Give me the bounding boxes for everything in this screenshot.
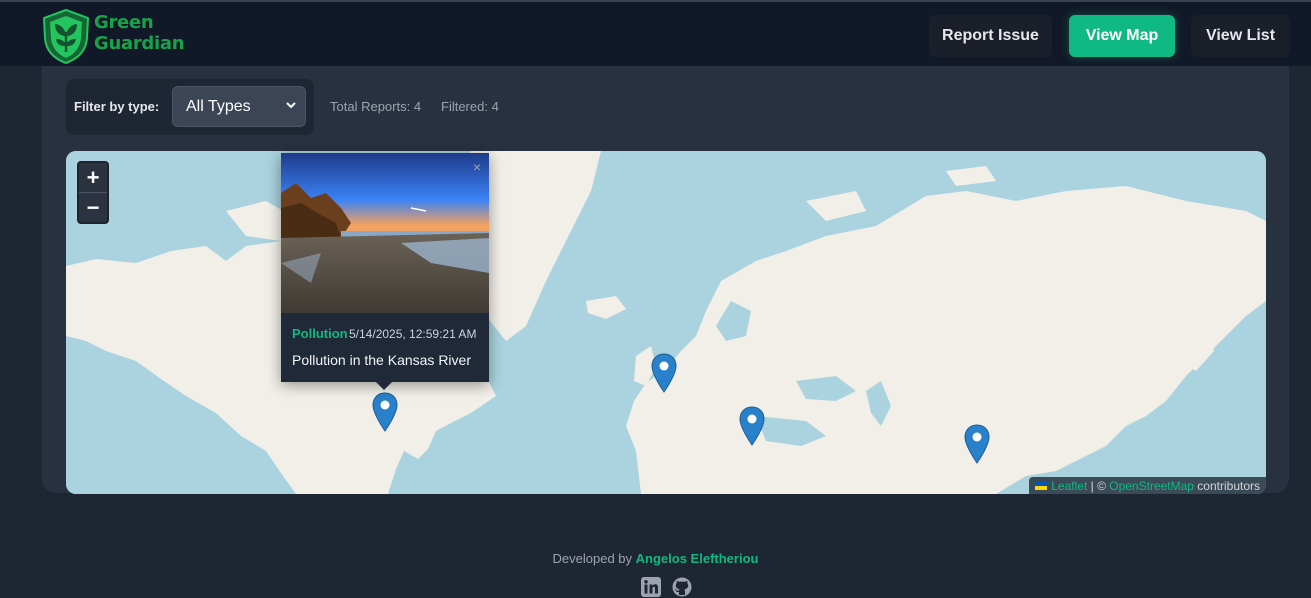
brand-line-2: Guardian [94,33,185,54]
select-chevron-icon [286,102,296,109]
report-issue-button[interactable]: Report Issue [929,15,1052,57]
linkedin-icon[interactable] [640,577,662,597]
openstreetmap-link[interactable]: OpenStreetMap [1109,479,1194,493]
total-reports-count: Total Reports: 4 [330,99,422,114]
report-description: Pollution in the Kansas River [292,352,471,368]
view-list-button[interactable]: View List [1191,15,1290,57]
map-attribution: Leaflet | © OpenStreetMap contributors [1029,477,1266,494]
popup-tip [375,381,393,390]
filtered-count: Filtered: 4 [441,99,499,114]
zoom-control: + − [77,161,109,224]
map-tiles[interactable] [66,151,1266,494]
filter-selected-value: All Types [186,97,251,115]
map-view[interactable]: + − Leaflet | © OpenStreetMap contributo… [66,151,1266,494]
report-popup: × Pollution 5/14/2025, 12:59:21 AM Pollu… [281,153,489,382]
zoom-out-button[interactable]: − [79,193,107,222]
author-link[interactable]: Angelos Eleftheriou [636,551,759,566]
github-icon[interactable] [671,577,693,597]
ukraine-flag-icon [1035,481,1048,490]
map-marker-icon[interactable] [964,424,990,464]
type-filter-select[interactable]: All Types [172,86,306,127]
leaflet-link[interactable]: Leaflet [1051,479,1087,493]
filter-label: Filter by type: [74,99,160,114]
brand-name[interactable]: Green Guardian [94,12,185,55]
footer-prefix: Developed by [552,551,636,566]
map-marker-icon[interactable] [651,353,677,393]
shield-leaf-logo[interactable] [41,8,91,64]
report-type: Pollution [292,326,348,341]
map-marker-icon[interactable] [372,392,398,432]
report-date: 5/14/2025, 12:59:21 AM [349,327,477,341]
footer-credit: Developed by Angelos Eleftheriou [0,551,1311,566]
brand-line-1: Green [94,12,154,33]
map-marker-icon[interactable] [739,406,765,446]
attribution-separator: | © [1087,478,1110,493]
view-map-button[interactable]: View Map [1069,15,1175,57]
report-photo[interactable] [281,153,489,313]
attribution-suffix: contributors [1193,478,1260,493]
zoom-in-button[interactable]: + [79,163,107,193]
app-header: Green Guardian Report Issue View Map Vie… [0,0,1311,66]
popup-close-button[interactable]: × [473,159,481,175]
